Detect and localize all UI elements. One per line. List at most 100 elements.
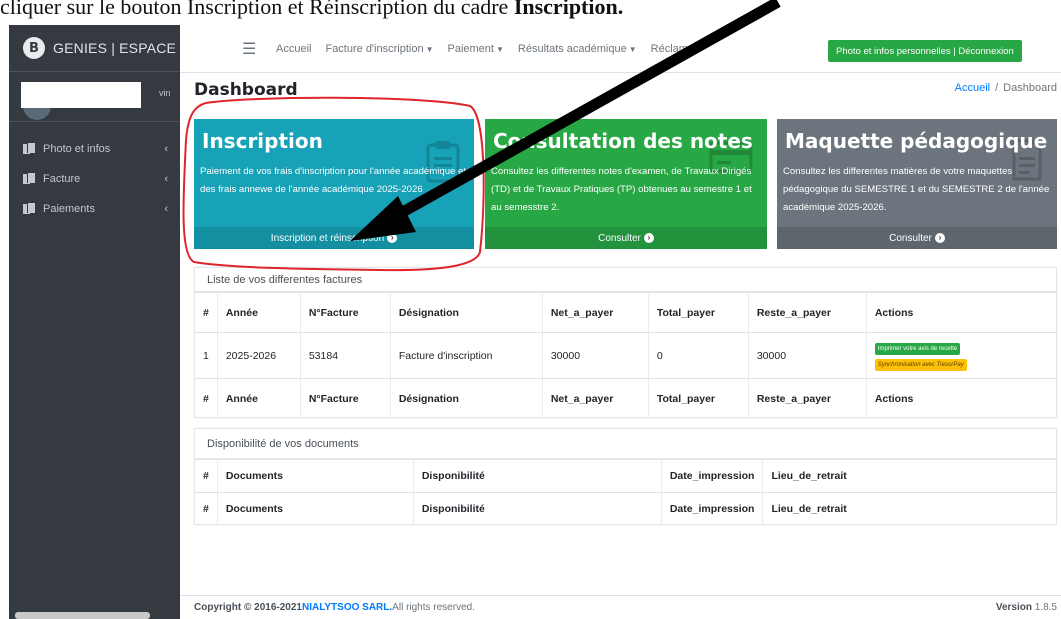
page-footer: Copyright © 2016-2021 NIALYTSOO SARL. Al… [180,595,1061,619]
column-footer: Désignation [390,378,543,419]
column-header: # [195,459,218,493]
box-description: Consultez les differentes notes d'examen… [491,166,752,213]
file-copy-icon [23,173,35,185]
table-footer-row: # Documents Disponibilité Date_impressio… [195,492,1056,526]
cell-num: 1 [195,332,218,379]
cell-reste: 30000 [748,332,867,379]
inscription-reinscription-button[interactable]: Inscription et réinscription › [194,227,474,249]
nav-link-label: Paiement [447,42,494,55]
chevron-left-icon: ‹ [164,203,168,215]
maquette-pedagogique-box: Maquette pédagogique Consultez les diffe… [777,119,1057,249]
profile-logout-button[interactable]: Photo et infos personnelles | Déconnexio… [828,40,1022,62]
box-title: Consultation des notes [493,129,753,153]
page-title: Dashboard [194,80,298,100]
column-header: Lieu_de_retrait [762,459,1056,493]
instruction-caption: cliquer sur le bouton Inscription et Réi… [0,0,1061,23]
sync-tresorpay-button[interactable]: Synchronisation avec TresorPay [874,358,967,371]
footer-copyright: Copyright © 2016-2021 [194,602,302,613]
column-header: Documents [217,459,414,493]
column-footer: Année [217,378,301,419]
box-footer-label: Consulter [598,232,641,244]
nav-dropdown-facture[interactable]: Facture d'inscription ▼ [325,43,433,55]
cell-actions: Imprimer votre avis de recette Synchroni… [866,332,1056,379]
invoices-table: # Année N°Facture Désignation Net_a_paye… [195,292,1056,419]
box-footer-label: Consulter [889,232,932,244]
caret-down-icon: ▼ [425,44,434,54]
box-footer-label: Inscription et réinscription [270,232,385,244]
column-footer: Net_a_payer [542,378,649,419]
top-navbar: ☰ Accueil Facture d'inscription ▼ Paiemen… [180,25,1061,73]
column-header: Date_impression [661,459,764,493]
column-footer: Documents [217,492,414,526]
caret-down-icon: ▼ [628,44,637,54]
cell-total: 0 [648,332,749,379]
column-header: Actions [866,292,1056,333]
brand-logo-icon: B [23,37,45,59]
table-header-row: # Documents Disponibilité Date_impressio… [195,459,1056,493]
sidebar-item-photo-infos[interactable]: Photo et infos ‹ [9,134,180,164]
user-name: vin [159,88,171,98]
column-footer: Total_payer [648,378,749,419]
consultation-notes-box: Consultation des notes Consultez les dif… [485,119,767,249]
column-footer: Reste_a_payer [748,378,867,419]
cell-designation: Facture d'inscription [390,332,543,379]
file-copy-icon [23,203,35,215]
chevron-left-icon: ‹ [164,173,168,185]
brand-link[interactable]: B GENIES | ESPACE ETUD [9,25,180,72]
arrow-circle-right-icon: › [643,233,654,243]
chevron-left-icon: ‹ [164,143,168,155]
column-footer: # [195,378,218,419]
caret-down-icon: ▼ [495,44,504,54]
invoices-card: Liste de vos differentes factures # Anné… [194,267,1057,419]
nav-link-label: Résultats académique [517,42,627,55]
column-footer: Disponibilité [413,492,662,526]
nav-link-reclamation[interactable]: Réclam [651,43,688,55]
horizontal-scrollbar[interactable] [15,612,150,619]
consulter-maquette-button[interactable]: Consulter › [777,227,1057,249]
nav-dropdown-resultats[interactable]: Résultats académique ▼ [518,43,637,55]
inscription-box: Inscription Paiement de vos frais d'insc… [194,119,474,249]
invoices-card-title: Liste de vos differentes factures [195,268,1056,292]
breadcrumb-home-link[interactable]: Accueil [955,82,990,94]
table-footer-row: # Année N°Facture Désignation Net_a_paye… [195,378,1056,419]
column-footer: Lieu_de_retrait [762,492,1056,526]
documents-card-title: Disponibilité de vos documents [195,429,1056,459]
column-footer: Date_impression [661,492,764,526]
consulter-notes-button[interactable]: Consulter › [485,227,767,249]
sidebar-item-paiements[interactable]: Paiements ‹ [9,194,180,224]
table-row: 1 2025-2026 53184 Facture d'inscription … [195,332,1056,379]
file-copy-icon [23,143,35,155]
nav-dropdown-paiement[interactable]: Paiement ▼ [447,43,503,55]
column-header: Année [217,292,301,333]
cell-net: 30000 [542,332,649,379]
user-name-redaction [21,82,141,108]
user-panel[interactable]: vin [9,72,180,122]
sidebar-item-facture[interactable]: Facture ‹ [9,164,180,194]
print-receipt-button[interactable]: Imprimer votre avis de recette [874,342,961,355]
box-description: Paiement de vos frais d'inscription pour… [200,166,467,195]
box-title: Maquette pédagogique [785,129,1048,153]
sidebar-item-label: Photo et infos [43,143,111,155]
bars-icon[interactable]: ☰ [242,39,262,59]
version-label: Version [995,602,1032,613]
arrow-circle-right-icon: › [387,233,398,243]
cell-facture: 53184 [300,332,391,379]
column-header: Disponibilité [413,459,662,493]
nav-link-label: Facture d'inscription [325,42,424,55]
documents-table: # Documents Disponibilité Date_impressio… [195,459,1056,526]
cell-annee: 2025-2026 [217,332,301,379]
nav-link-label: Accueil [276,42,312,55]
footer-company-link[interactable]: NIALYTSOO SARL. [302,602,392,613]
column-header: Reste_a_payer [748,292,867,333]
table-header-row: # Année N°Facture Désignation Net_a_paye… [195,292,1056,333]
arrow-circle-right-icon: › [934,233,945,243]
breadcrumb: Accueil / Dashboard [955,82,1057,94]
column-footer: N°Facture [300,378,391,419]
nav-link-accueil[interactable]: Accueil [276,43,311,55]
breadcrumb-separator: / [995,82,999,94]
box-title: Inscription [202,129,323,153]
sidebar-item-label: Facture [43,173,81,185]
brand-text: GENIES | ESPACE ETUD [53,40,180,56]
footer-version: Version 1.8.5 [996,602,1057,613]
column-header: # [195,292,218,333]
